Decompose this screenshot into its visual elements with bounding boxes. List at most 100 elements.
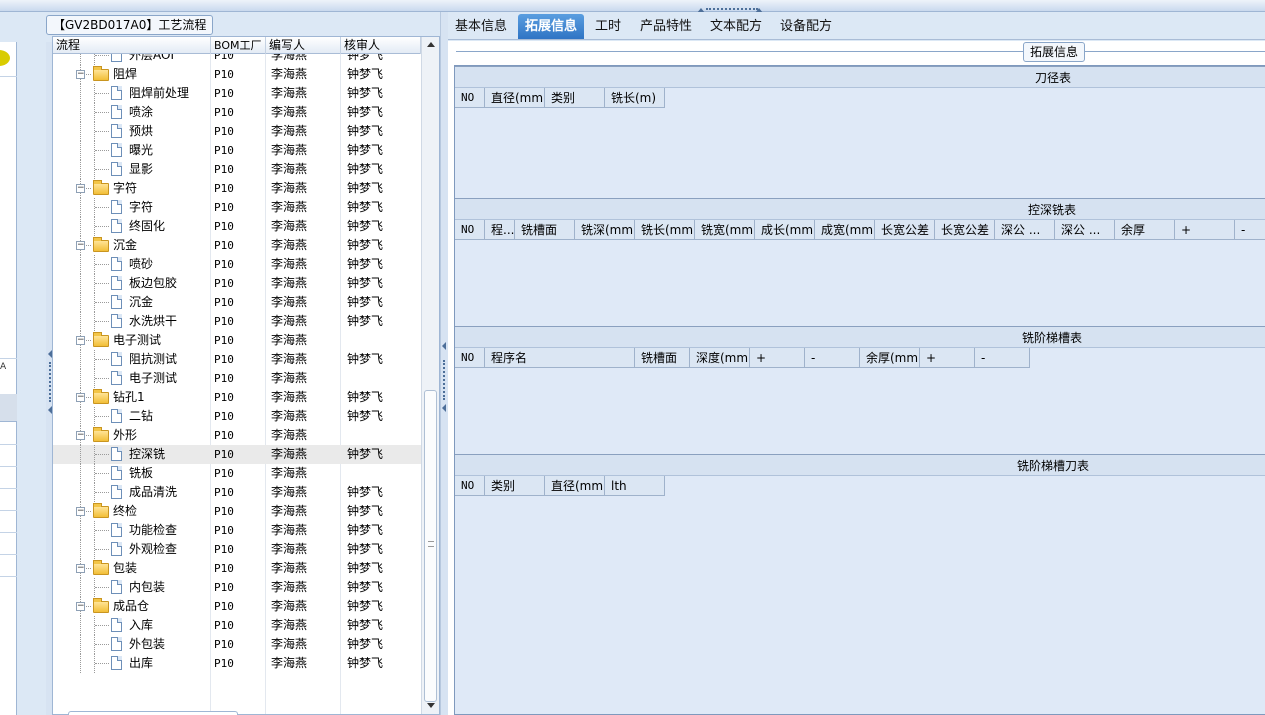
tree-step-row[interactable]: 喷涂 P10 李海燕 钟梦飞 <box>53 103 421 122</box>
collapse-toggle-icon[interactable]: − <box>76 507 85 516</box>
document-icon <box>111 219 122 233</box>
column-header[interactable]: 直径(mm) <box>485 88 545 108</box>
column-header[interactable]: 余厚 <box>1115 220 1175 240</box>
column-header[interactable]: 铣槽面 <box>515 220 575 240</box>
column-header[interactable]: 直径(mm) <box>545 476 605 496</box>
column-header[interactable]: 程... <box>485 220 515 240</box>
tree-connector <box>95 625 109 626</box>
tree-step-row[interactable]: 铣板 P10 李海燕 <box>53 464 421 483</box>
column-header[interactable]: 长宽公差 <box>935 220 995 240</box>
tree-step-row[interactable]: 板边包胶 P10 李海燕 钟梦飞 <box>53 274 421 293</box>
tree-vertical-scrollbar[interactable] <box>421 37 439 714</box>
splitter-grip[interactable] <box>443 360 445 400</box>
tree-step-row[interactable]: 外观检查 P10 李海燕 钟梦飞 <box>53 540 421 559</box>
tree-step-row[interactable]: 字符 P10 李海燕 钟梦飞 <box>53 198 421 217</box>
column-header[interactable]: - <box>1235 220 1265 240</box>
column-header[interactable]: 铣长(m) <box>605 88 665 108</box>
collapse-toggle-icon[interactable]: − <box>76 184 85 193</box>
tab-equipment-recipe[interactable]: 设备配方 <box>773 14 839 39</box>
collapse-toggle-icon[interactable]: − <box>76 431 85 440</box>
tree-folder-row[interactable]: − 钻孔1 P10 李海燕 钟梦飞 <box>53 388 421 407</box>
column-header[interactable]: 铣槽面 <box>635 348 690 368</box>
tree-step-row[interactable]: 终固化 P10 李海燕 钟梦飞 <box>53 217 421 236</box>
scroll-up-arrow-icon[interactable] <box>427 42 435 47</box>
column-header[interactable]: 深公 ... <box>995 220 1055 240</box>
tree-step-row[interactable]: 显影 P10 李海燕 钟梦飞 <box>53 160 421 179</box>
tab-labor-hours[interactable]: 工时 <box>588 14 628 39</box>
tab-text-recipe[interactable]: 文本配方 <box>703 14 769 39</box>
column-header[interactable]: - <box>975 348 1030 368</box>
tree-step-row[interactable]: 曝光 P10 李海燕 钟梦飞 <box>53 141 421 160</box>
writer-cell: 李海燕 <box>271 580 308 594</box>
column-header-writer[interactable]: 编写人 <box>266 37 341 54</box>
column-header-reviewer[interactable]: 核审人 <box>341 37 421 54</box>
collapse-toggle-icon[interactable]: − <box>76 602 85 611</box>
scrollbar-thumb[interactable] <box>424 390 437 702</box>
column-header[interactable]: 长宽公差 <box>875 220 935 240</box>
tree-folder-row[interactable]: − 包装 P10 李海燕 钟梦飞 <box>53 559 421 578</box>
tree-step-row[interactable]: 出库 P10 李海燕 钟梦飞 <box>53 654 421 673</box>
tree-step-row[interactable]: 阻焊前处理 P10 李海燕 钟梦飞 <box>53 84 421 103</box>
tree-folder-row[interactable]: − 阻焊 P10 李海燕 钟梦飞 <box>53 65 421 84</box>
tree-horizontal-scrollbar[interactable] <box>68 711 238 715</box>
column-header[interactable]: NO <box>455 476 485 496</box>
column-header[interactable]: + <box>1175 220 1235 240</box>
column-header[interactable]: lth <box>605 476 665 496</box>
tree-step-row[interactable]: 外层AOI P10 李海燕 钟梦飞 <box>53 54 421 65</box>
column-header-flow[interactable]: 流程 <box>53 37 211 54</box>
column-header[interactable]: NO <box>455 88 485 108</box>
tree-step-row[interactable]: 内包装 P10 李海燕 钟梦飞 <box>53 578 421 597</box>
collapse-toggle-icon[interactable]: − <box>76 336 85 345</box>
column-header[interactable]: 成长(mm) <box>755 220 815 240</box>
column-header[interactable]: + <box>750 348 805 368</box>
column-header-bom-plant[interactable]: BOM工厂 <box>211 37 266 54</box>
column-header[interactable]: 余厚(mm) <box>860 348 920 368</box>
tree-folder-row[interactable]: − 终检 P10 李海燕 钟梦飞 <box>53 502 421 521</box>
tree-folder-row[interactable]: − 字符 P10 李海燕 钟梦飞 <box>53 179 421 198</box>
tab-product-characteristics[interactable]: 产品特性 <box>633 14 699 39</box>
tab-basic-info[interactable]: 基本信息 <box>448 14 514 39</box>
collapse-left-icon[interactable] <box>442 404 446 412</box>
tree-step-row[interactable]: 成品清洗 P10 李海燕 钟梦飞 <box>53 483 421 502</box>
column-header[interactable]: 成宽(mm) <box>815 220 875 240</box>
tree-folder-row[interactable]: − 沉金 P10 李海燕 钟梦飞 <box>53 236 421 255</box>
tree-step-row[interactable]: 二钻 P10 李海燕 钟梦飞 <box>53 407 421 426</box>
column-header[interactable]: 铣宽(mm) <box>695 220 755 240</box>
tree-step-row[interactable]: 外包装 P10 李海燕 钟梦飞 <box>53 635 421 654</box>
column-header[interactable]: 铣深(mm) <box>575 220 635 240</box>
top-strip <box>0 0 1265 12</box>
splitter-grip[interactable] <box>49 362 51 402</box>
tree-step-row[interactable]: 电子测试 P10 李海燕 <box>53 369 421 388</box>
column-header[interactable]: 类别 <box>545 88 605 108</box>
column-header[interactable]: 深度(mm) <box>690 348 750 368</box>
collapse-toggle-icon[interactable]: − <box>76 70 85 79</box>
tree-folder-row[interactable]: − 成品仓 P10 李海燕 钟梦飞 <box>53 597 421 616</box>
tree-folder-row[interactable]: − 电子测试 P10 李海燕 <box>53 331 421 350</box>
bom-plant-cell: P10 <box>214 296 234 309</box>
tree-step-row[interactable]: 沉金 P10 李海燕 钟梦飞 <box>53 293 421 312</box>
column-header[interactable]: - <box>805 348 860 368</box>
column-header[interactable]: 类别 <box>485 476 545 496</box>
tree-step-row[interactable]: 控深铣 P10 李海燕 钟梦飞 <box>53 445 421 464</box>
scroll-down-arrow-icon[interactable] <box>427 703 435 708</box>
tree-step-row[interactable]: 入库 P10 李海燕 钟梦飞 <box>53 616 421 635</box>
tree-node-label: 阻抗测试 <box>129 352 178 366</box>
column-header[interactable]: 铣长(mm) <box>635 220 695 240</box>
tree-step-row[interactable]: 预烘 P10 李海燕 钟梦飞 <box>53 122 421 141</box>
tree-folder-row[interactable]: − 外形 P10 李海燕 <box>53 426 421 445</box>
tree-step-row[interactable]: 功能检查 P10 李海燕 钟梦飞 <box>53 521 421 540</box>
column-header[interactable]: 深公 ... <box>1055 220 1115 240</box>
column-header[interactable]: + <box>920 348 975 368</box>
tree-step-row[interactable]: 阻抗测试 P10 李海燕 钟梦飞 <box>53 350 421 369</box>
reviewer-cell: 钟梦飞 <box>347 542 384 556</box>
tree-step-row[interactable]: 喷砂 P10 李海燕 钟梦飞 <box>53 255 421 274</box>
collapse-left-icon[interactable] <box>442 342 446 350</box>
column-header[interactable]: NO <box>455 220 485 240</box>
collapse-toggle-icon[interactable]: − <box>76 393 85 402</box>
collapse-toggle-icon[interactable]: − <box>76 241 85 250</box>
collapse-toggle-icon[interactable]: − <box>76 564 85 573</box>
tab-extended-info[interactable]: 拓展信息 <box>518 14 585 39</box>
tree-step-row[interactable]: 水洗烘干 P10 李海燕 钟梦飞 <box>53 312 421 331</box>
column-header[interactable]: NO <box>455 348 485 368</box>
column-header[interactable]: 程序名 <box>485 348 635 368</box>
